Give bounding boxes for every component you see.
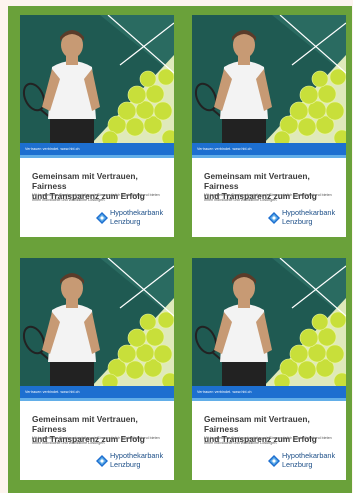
tennis-photo [192, 258, 346, 386]
accent-strip [20, 155, 174, 158]
slogan-strip: Vertrauen verbindet. www.hbl.ch [20, 386, 174, 398]
bank-location: Lenzburg [110, 217, 141, 226]
bank-location: Lenzburg [282, 460, 313, 469]
headline-line-1: Gemeinsam mit Vertrauen, Fairness [204, 414, 310, 434]
bank-logo: Hypothekarbank Lenzburg [268, 208, 344, 230]
bank-logo-icon [268, 212, 280, 224]
ad-card: Vertrauen verbindet. www.hbl.ch Gemeinsa… [192, 258, 346, 480]
bank-name: Hypothekarbank [110, 451, 164, 460]
accent-strip [192, 155, 346, 158]
tennis-photo [20, 258, 174, 386]
bank-location: Lenzburg [282, 217, 313, 226]
ad-body-text: Mit kompetenter Beratung begleiten wir S… [32, 193, 160, 202]
headline-line-1: Gemeinsam mit Vertrauen, Fairness [32, 171, 138, 191]
bank-name: Hypothekarbank [110, 208, 164, 217]
print-sheet: Vertrauen verbindet. www.hbl.ch Gemeinsa… [8, 6, 352, 493]
slogan-strip: Vertrauen verbindet. www.hbl.ch [192, 386, 346, 398]
bank-logo-icon [268, 455, 280, 467]
headline-line-1: Gemeinsam mit Vertrauen, Fairness [204, 171, 310, 191]
tennis-player-image [20, 258, 174, 386]
bank-logo-icon [96, 212, 108, 224]
tennis-photo [20, 15, 174, 143]
ad-card: Vertrauen verbindet. www.hbl.ch Gemeinsa… [192, 15, 346, 237]
bank-logo: Hypothekarbank Lenzburg [96, 208, 172, 230]
slogan-strip: Vertrauen verbindet. www.hbl.ch [192, 143, 346, 155]
tennis-photo [192, 15, 346, 143]
ad-body-text: Mit kompetenter Beratung begleiten wir S… [32, 436, 160, 445]
headline-line-1: Gemeinsam mit Vertrauen, Fairness [32, 414, 138, 434]
bank-name: Hypothekarbank [282, 451, 336, 460]
ad-body-text: Mit kompetenter Beratung begleiten wir S… [204, 193, 332, 202]
accent-strip [20, 398, 174, 401]
tennis-player-image [192, 258, 346, 386]
bank-name: Hypothekarbank [282, 208, 336, 217]
ad-card: Vertrauen verbindet. www.hbl.ch Gemeinsa… [20, 15, 174, 237]
bank-logo: Hypothekarbank Lenzburg [268, 451, 344, 473]
bank-location: Lenzburg [110, 460, 141, 469]
bank-logo-icon [96, 455, 108, 467]
ad-body-text: Mit kompetenter Beratung begleiten wir S… [204, 436, 332, 445]
bank-logo: Hypothekarbank Lenzburg [96, 451, 172, 473]
accent-strip [192, 398, 346, 401]
tennis-player-image [192, 15, 346, 143]
slogan-strip: Vertrauen verbindet. www.hbl.ch [20, 143, 174, 155]
ad-card: Vertrauen verbindet. www.hbl.ch Gemeinsa… [20, 258, 174, 480]
tennis-player-image [20, 15, 174, 143]
